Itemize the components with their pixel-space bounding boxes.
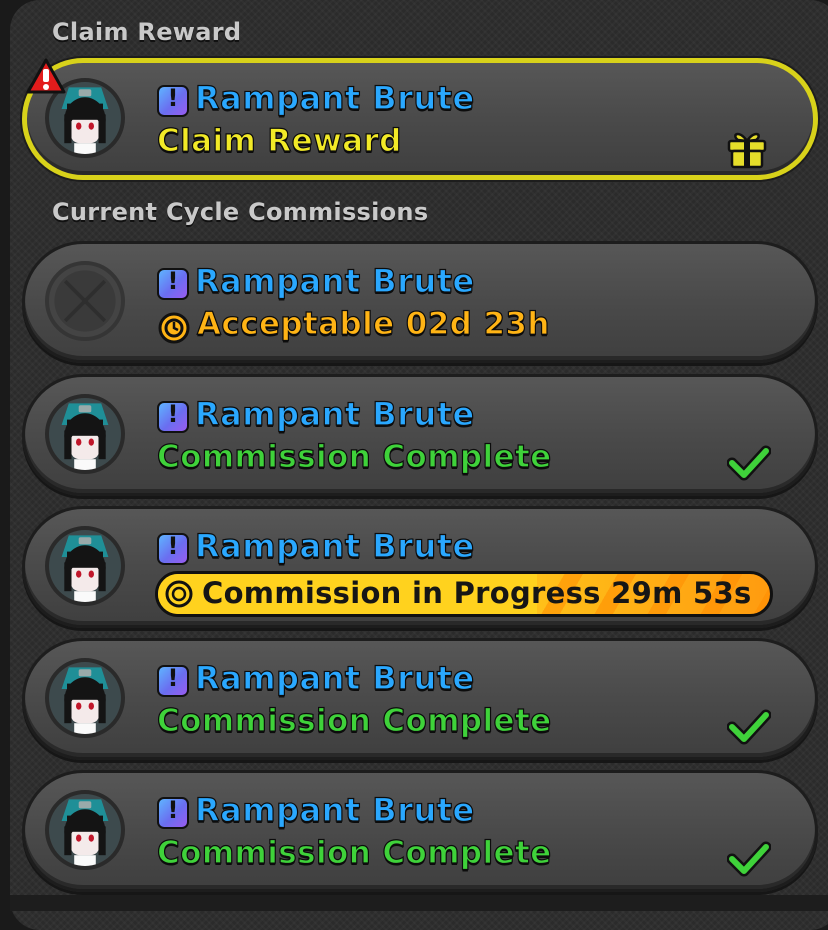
quest-exclamation-icon xyxy=(157,84,189,117)
agent-avatar xyxy=(45,658,125,738)
complete-status: Commission Complete xyxy=(156,834,552,871)
section-title-claim-reward: Claim Reward xyxy=(52,18,242,46)
checkmark-icon xyxy=(727,445,771,481)
progress-bar: Commission in Progress 29m 53s xyxy=(155,571,773,617)
complete-status: Commission Complete xyxy=(156,702,552,739)
checkmark-icon xyxy=(727,841,771,877)
clock-icon xyxy=(158,312,190,344)
commission-title: Rampant Brute xyxy=(194,78,475,117)
commission-card-complete[interactable]: Rampant Brute Commission Complete xyxy=(22,638,818,760)
checkmark-icon xyxy=(727,709,771,745)
commission-card-acceptable[interactable]: Rampant Brute Acceptable 02d 23h xyxy=(22,241,818,363)
clock-icon xyxy=(165,580,193,608)
gift-icon[interactable] xyxy=(725,127,769,171)
quest-exclamation-icon xyxy=(157,796,189,829)
empty-slot-icon xyxy=(45,261,125,341)
quest-exclamation-icon xyxy=(157,267,189,300)
commission-card-complete[interactable]: Rampant Brute Commission Complete xyxy=(22,770,818,892)
agent-avatar xyxy=(45,790,125,870)
claim-reward-card[interactable]: Rampant Brute Claim Reward xyxy=(22,58,818,180)
agent-avatar xyxy=(45,526,125,606)
section-title-current-cycle: Current Cycle Commissions xyxy=(52,198,429,226)
quest-exclamation-icon xyxy=(157,664,189,697)
commission-title: Rampant Brute xyxy=(194,790,475,829)
commission-title: Rampant Brute xyxy=(194,394,475,433)
complete-status: Commission Complete xyxy=(156,438,552,475)
agent-avatar xyxy=(45,394,125,474)
commission-title: Rampant Brute xyxy=(194,658,475,697)
panel-bottom-edge xyxy=(10,895,828,911)
claim-reward-status: Claim Reward xyxy=(156,122,402,159)
commission-card-complete[interactable]: Rampant Brute Commission Complete xyxy=(22,374,818,496)
commission-card-in-progress[interactable]: Rampant Brute Commission in Progress 29m… xyxy=(22,506,818,628)
in-progress-status: Commission in Progress 29m 53s xyxy=(202,576,752,610)
quest-exclamation-icon xyxy=(157,400,189,433)
exclamation-alert-icon xyxy=(26,58,66,94)
acceptable-status: Acceptable 02d 23h xyxy=(196,305,550,342)
commission-title: Rampant Brute xyxy=(194,261,475,300)
quest-exclamation-icon xyxy=(157,532,189,565)
commission-title: Rampant Brute xyxy=(194,526,475,565)
